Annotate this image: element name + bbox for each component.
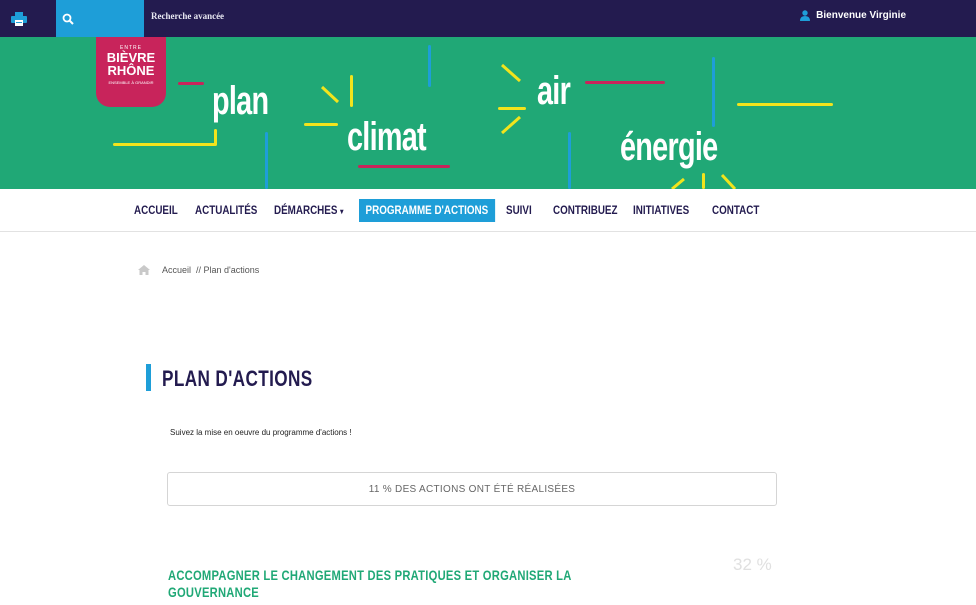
nav-item-programme-actions[interactable]: PROGRAMME D'ACTIONS (359, 199, 495, 222)
search-icon (62, 13, 74, 25)
nav-item-contact[interactable]: CONTACT (712, 199, 759, 222)
breadcrumb-text[interactable]: Accueil // Plan d'actions (162, 265, 259, 275)
main-nav: ACCUEIL ACTUALITÉS DÉMARCHES ▾ PROGRAMME… (0, 189, 976, 232)
banner-word-plan: plan (212, 79, 269, 123)
advanced-search-link[interactable]: Recherche avancée (151, 11, 224, 21)
home-icon[interactable] (138, 265, 150, 275)
search-input[interactable] (80, 0, 144, 37)
nav-item-actualites[interactable]: ACTUALITÉS (195, 199, 257, 222)
intro-text: Suivez la mise en oeuvre du programme d'… (170, 428, 352, 437)
nav-item-accueil[interactable]: ACCUEIL (134, 199, 178, 222)
banner-word-air: air (537, 69, 571, 113)
section-title[interactable]: ACCOMPAGNER LE CHANGEMENT DES PRATIQUES … (168, 567, 664, 601)
user-welcome-link[interactable]: Bienvenue Virginie (800, 10, 906, 21)
banner-word-climat: climat (347, 115, 427, 159)
title-accent-bar (146, 364, 151, 391)
banner-slashes (320, 63, 737, 189)
user-icon (800, 10, 811, 21)
chevron-down-icon: ▾ (340, 207, 344, 216)
banner-word-energie: énergie (620, 125, 718, 169)
nav-item-suivi[interactable]: SUIVI (506, 199, 532, 222)
top-bar: Recherche avancée Bienvenue Virginie (0, 0, 976, 37)
nav-item-initiatives[interactable]: INITIATIVES (633, 199, 689, 222)
nav-item-demarches-label: DÉMARCHES (274, 203, 338, 217)
global-progress-text: 11 % DES ACTIONS ONT ÉTÉ RÉALISÉES (368, 483, 576, 495)
breadcrumb: Accueil // Plan d'actions (138, 265, 259, 275)
print-button[interactable] (0, 0, 37, 37)
search-button[interactable] (56, 0, 80, 37)
nav-item-demarches[interactable]: DÉMARCHES ▾ (274, 199, 343, 222)
section-percent: 32 % (733, 555, 772, 574)
printer-icon (10, 11, 27, 26)
global-progress-box: 11 % DES ACTIONS ONT ÉTÉ RÉALISÉES (167, 472, 777, 506)
page-title: PLAN D'ACTIONS (162, 366, 313, 391)
nav-item-contribuez[interactable]: CONTRIBUEZ (553, 199, 618, 222)
welcome-text: Bienvenue Virginie (816, 10, 906, 21)
hero-banner: ENTRE BIÈVRE RHÔNE ENSEMBLE À GRANDIR pl… (0, 37, 976, 189)
